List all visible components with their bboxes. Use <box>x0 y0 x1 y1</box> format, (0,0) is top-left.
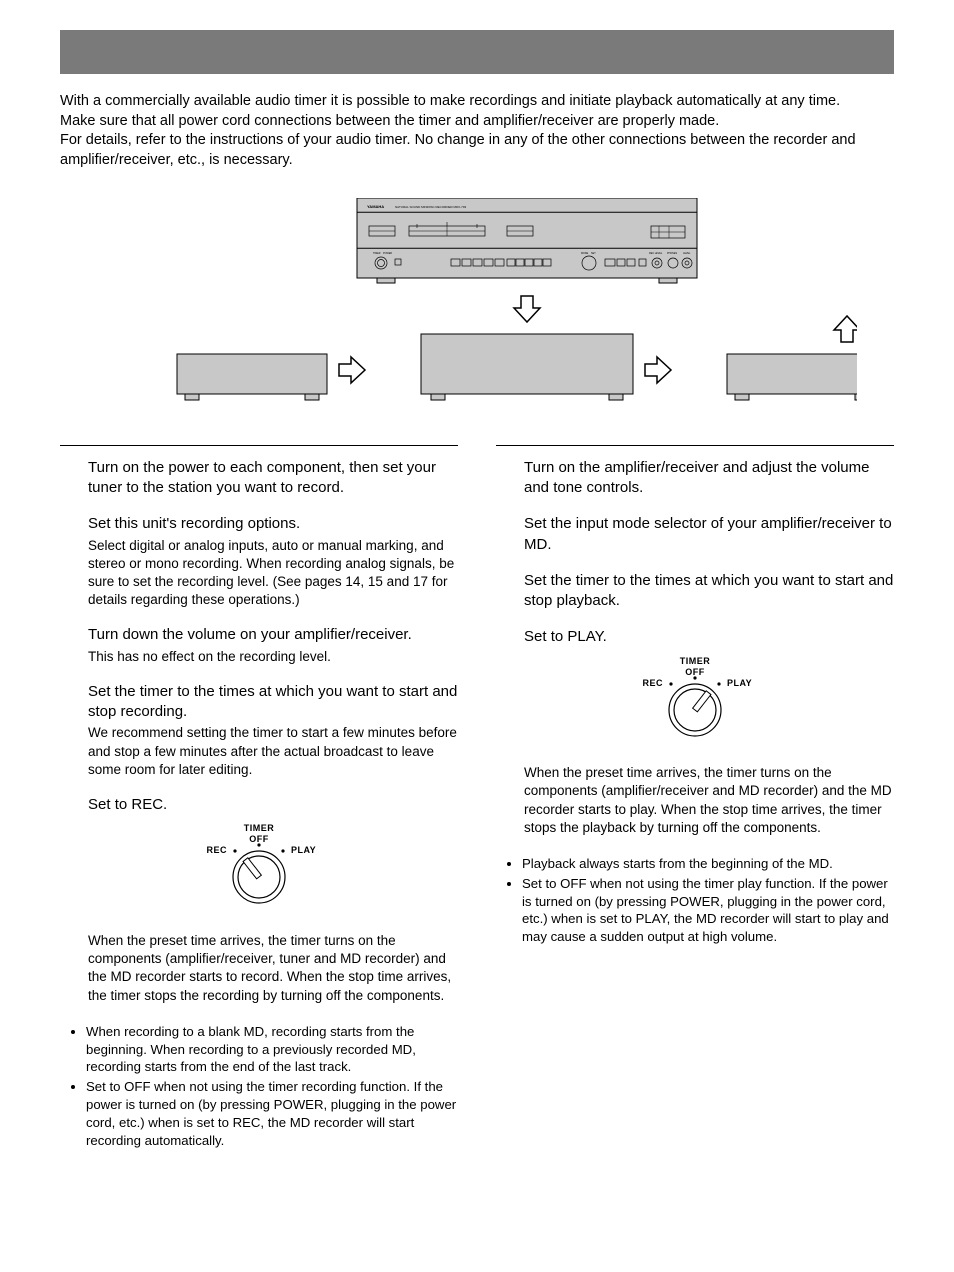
equipment-diagram: YAMAHA NATURAL SOUND MINIDISC RECORDER M… <box>60 198 894 415</box>
playback-column: Turn on the amplifier/receiver and adjus… <box>496 445 894 948</box>
knob-title: TIMER <box>680 656 711 666</box>
play-step-3: Set the timer to the times at which you … <box>524 571 894 612</box>
knob-rec-label: REC <box>642 678 663 688</box>
rec-result: When the preset time arrives, the timer … <box>60 932 458 1005</box>
knob-rec-label: REC <box>206 845 227 855</box>
intro-line-1: With a commercially available audio time… <box>60 92 894 112</box>
intro-text: With a commercially available audio time… <box>60 92 894 170</box>
rec-step-4-detail: We recommend setting the timer to start … <box>88 724 458 779</box>
svg-text:POWER: POWER <box>383 252 392 255</box>
svg-text:SET: SET <box>591 252 596 255</box>
rec-step-1: Turn on the power to each component, the… <box>88 458 458 499</box>
play-result: When the preset time arrives, the timer … <box>496 764 894 837</box>
diagram-svg: YAMAHA NATURAL SOUND MINIDISC RECORDER M… <box>97 198 857 408</box>
header-bar <box>60 30 894 74</box>
intro-line-3: For details, refer to the instructions o… <box>60 131 894 170</box>
rec-step-5: Set to REC. <box>88 795 458 815</box>
brand-label: YAMAHA <box>367 204 384 209</box>
knob-play-label: PLAY <box>727 678 752 688</box>
knob-off-label: OFF <box>249 834 269 844</box>
rec-step-3: Turn down the volume on your amplifier/r… <box>88 625 458 645</box>
svg-text:LEVEL: LEVEL <box>683 252 691 255</box>
timer-knob-play: TIMER OFF REC PLAY <box>635 654 755 742</box>
rec-note-2: Set to OFF when not using the timer reco… <box>86 1078 458 1149</box>
play-note-2: Set to OFF when not using the timer play… <box>522 875 894 946</box>
svg-text:PHONES: PHONES <box>667 252 678 255</box>
timer-knob-rec: TIMER OFF REC PLAY <box>199 821 319 909</box>
svg-text:REC LEVEL: REC LEVEL <box>649 252 663 255</box>
knob-play-label: PLAY <box>291 845 316 855</box>
svg-text:MODE: MODE <box>581 252 589 255</box>
recording-column: Turn on the power to each component, the… <box>60 445 458 1152</box>
rec-step-2: Set this unit's recording options. <box>88 514 458 534</box>
rec-step-2-detail: Select digital or analog inputs, auto or… <box>88 537 458 610</box>
section-rule <box>496 445 894 446</box>
play-note-1: Playback always starts from the beginnin… <box>522 855 894 873</box>
section-rule <box>60 445 458 446</box>
play-step-2: Set the input mode selector of your ampl… <box>524 514 894 555</box>
intro-line-2: Make sure that all power cord connection… <box>60 112 894 132</box>
knob-title: TIMER <box>244 823 275 833</box>
model-label: NATURAL SOUND MINIDISC RECORDER MDX-793 <box>395 205 467 209</box>
svg-text:TIMER: TIMER <box>373 252 381 255</box>
play-step-4: Set to PLAY. <box>524 627 894 647</box>
rec-step-3-detail: This has no effect on the recording leve… <box>88 648 458 666</box>
rec-note-1: When recording to a blank MD, recording … <box>86 1023 458 1076</box>
play-step-1: Turn on the amplifier/receiver and adjus… <box>524 458 894 499</box>
rec-step-4: Set the timer to the times at which you … <box>88 682 458 723</box>
knob-off-label: OFF <box>685 667 705 677</box>
rec-notes: When recording to a blank MD, recording … <box>60 1023 458 1150</box>
play-notes: Playback always starts from the beginnin… <box>496 855 894 946</box>
